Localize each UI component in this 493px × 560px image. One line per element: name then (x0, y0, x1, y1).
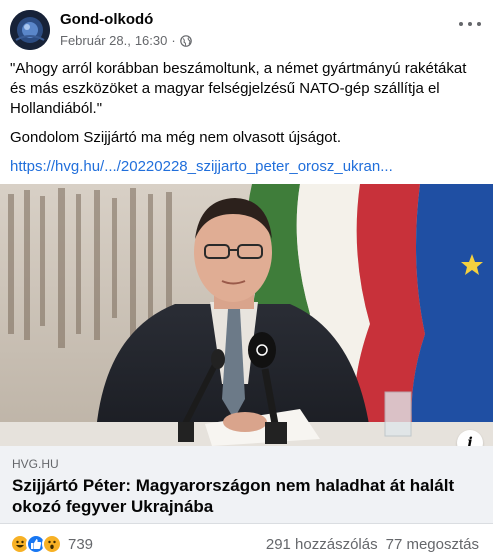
article-link[interactable]: https://hvg.hu/.../20220228_szijjarto_pe… (10, 157, 480, 177)
avatar-image (10, 10, 50, 50)
preview-domain: HVG.HU (12, 457, 59, 471)
comments-count[interactable]: 291 hozzászólás (266, 536, 378, 553)
engagement-bar: 739 291 hozzászólás 77 megosztás (0, 530, 493, 558)
engagement-stats: 291 hozzászólás 77 megosztás (266, 536, 479, 553)
reactions-summary[interactable]: 739 (10, 534, 93, 554)
more-options-icon[interactable] (459, 16, 481, 32)
comment-paragraph: Gondolom Szijjártó ma még nem olvasott ú… (10, 129, 341, 146)
more-dot (459, 22, 463, 26)
meta-separator: · (171, 33, 176, 48)
shares-count[interactable]: 77 megosztás (386, 536, 479, 553)
post-text: "Ahogy arról korábban beszámoltunk, a né… (10, 59, 480, 186)
reaction-count[interactable]: 739 (68, 536, 93, 553)
post-header: Gond-olkodó Február 28., 16:30 · (10, 8, 483, 54)
preview-headline[interactable]: Szijjártó Péter: Magyarországon nem hala… (12, 475, 482, 517)
link-preview-image[interactable] (0, 184, 493, 446)
press-conference-photo (0, 184, 493, 446)
post-time[interactable]: 16:30 (135, 33, 168, 48)
facebook-post-card: Gond-olkodó Február 28., 16:30 · "Ahogy … (0, 0, 493, 560)
more-dot (468, 22, 472, 26)
quote-paragraph: "Ahogy arról korábban beszámoltunk, a né… (10, 60, 467, 117)
page-name[interactable]: Gond-olkodó (60, 11, 153, 28)
more-dot (477, 22, 481, 26)
post-meta: Február 28., 16:30 · (60, 33, 192, 48)
link-preview-caption[interactable]: HVG.HU Szijjártó Péter: Magyarországon n… (0, 446, 493, 524)
globe-icon (179, 34, 192, 47)
page-avatar[interactable] (10, 10, 50, 50)
post-date[interactable]: Február 28., (60, 33, 131, 48)
wow-reaction-icon (42, 534, 62, 554)
